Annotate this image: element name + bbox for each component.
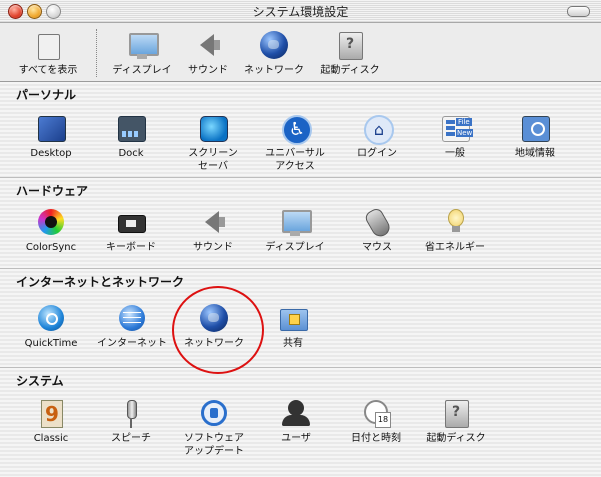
user-silhouette-icon	[282, 400, 310, 426]
pref-label: 起動ディスク	[426, 433, 486, 444]
keyboard-icon	[118, 215, 146, 233]
pref-label: スピーチ	[111, 433, 151, 444]
microphone-icon	[127, 400, 137, 428]
classic-icon: 9	[41, 400, 63, 428]
toolbar-sound[interactable]: サウンド	[181, 29, 235, 77]
calendar-icon: 18	[375, 412, 391, 428]
pref-international[interactable]: 地域情報	[504, 112, 566, 160]
login-house-icon: ⌂	[364, 115, 394, 145]
section-title: システム	[16, 374, 64, 388]
pref-sharing[interactable]: 共有	[262, 302, 324, 350]
pref-label: サウンド	[193, 242, 233, 253]
desktop-icon	[38, 116, 66, 142]
toolbar: すべてを表示 ディスプレイ サウンド ネットワーク 起動ディスク	[0, 23, 601, 82]
pref-classic[interactable]: 9 Classic	[20, 397, 82, 445]
pref-label: 共有	[283, 338, 303, 349]
pref-startup-disk[interactable]: 起動ディスク	[420, 397, 492, 445]
pref-general[interactable]: File New 一般	[424, 112, 486, 160]
pref-software-update[interactable]: ソフトウェア アップデート	[176, 397, 252, 458]
sharing-folder-icon	[280, 309, 308, 331]
pref-label: Classic	[33, 433, 69, 444]
toolbar-item-label: ディスプレイ	[112, 65, 172, 76]
pref-label: アクセス	[275, 161, 315, 172]
title-bar[interactable]: システム環境設定	[0, 0, 601, 23]
pref-label: セーバ	[198, 161, 228, 172]
un-flag-icon	[522, 116, 550, 142]
section-personal: パーソナル Desktop Dock スクリーン セーバ ♿ ユニバーサル アク…	[0, 82, 601, 178]
apple-icon	[38, 34, 60, 60]
pref-label: ユニバーサル	[265, 148, 325, 159]
toolbar-show-all[interactable]: すべてを表示	[10, 29, 86, 77]
monitor-icon	[129, 33, 159, 56]
pref-label: マウス	[362, 242, 392, 253]
pref-label: Dock	[118, 148, 144, 159]
pref-label: 一般	[445, 148, 465, 159]
software-update-icon	[201, 400, 227, 426]
toolbar-startup-disk[interactable]: 起動ディスク	[314, 29, 386, 77]
pref-label: Desktop	[30, 148, 72, 159]
internet-globe-icon	[119, 305, 145, 331]
pref-label: QuickTime	[24, 338, 78, 349]
toolbar-network[interactable]: ネットワーク	[238, 29, 310, 77]
pref-sound[interactable]: サウンド	[180, 206, 246, 254]
system-preferences-window: システム環境設定 すべてを表示 ディスプレイ サウンド ネットワーク 起動ディス…	[0, 0, 601, 477]
pref-label: 省エネルギー	[425, 242, 485, 253]
startup-disk-icon	[445, 400, 469, 428]
pref-date-time[interactable]: 18 日付と時刻	[340, 397, 412, 445]
window-title: システム環境設定	[252, 5, 349, 19]
pref-universal-access[interactable]: ♿ ユニバーサル アクセス	[257, 112, 333, 173]
general-icon: File New	[442, 116, 474, 142]
pref-speech[interactable]: スピーチ	[100, 397, 162, 445]
pref-login[interactable]: ⌂ ログイン	[346, 112, 408, 160]
pref-label: スクリーン	[188, 148, 238, 159]
pref-label: ログイン	[357, 148, 397, 159]
toolbar-toggle-button[interactable]	[567, 6, 590, 17]
universal-access-icon: ♿	[282, 115, 312, 145]
monitor-icon	[282, 210, 312, 233]
pref-label: 地域情報	[515, 148, 555, 159]
speaker-icon	[205, 211, 225, 233]
toolbar-item-label: 起動ディスク	[320, 65, 380, 76]
pref-displays[interactable]: ディスプレイ	[257, 206, 333, 254]
pref-label: インターネット	[97, 338, 167, 349]
section-hardware: ハードウェア ColorSync キーボード サウンド ディスプレイ マウス 省…	[0, 178, 601, 269]
globe-icon	[260, 31, 288, 59]
pref-label: ユーザ	[281, 433, 311, 444]
speaker-icon	[200, 34, 220, 56]
section-title: ハードウェア	[16, 184, 89, 198]
pref-internet[interactable]: インターネット	[93, 302, 171, 350]
dock-icon	[118, 116, 146, 142]
pref-label: アップデート	[184, 446, 244, 457]
toolbar-item-label: サウンド	[188, 65, 228, 76]
pref-energy-saver[interactable]: 省エネルギー	[418, 206, 492, 254]
pref-desktop[interactable]: Desktop	[20, 112, 82, 160]
toolbar-item-label: すべてを表示	[18, 65, 78, 76]
pref-label: ディスプレイ	[265, 242, 325, 253]
pref-label: ColorSync	[25, 242, 77, 253]
toolbar-separator	[96, 29, 97, 77]
pref-screensaver[interactable]: スクリーン セーバ	[180, 112, 246, 173]
toolbar-displays[interactable]: ディスプレイ	[106, 29, 178, 77]
pref-keyboard[interactable]: キーボード	[100, 206, 162, 254]
toolbar-item-label: ネットワーク	[244, 65, 304, 76]
colorsync-icon	[38, 209, 64, 235]
pref-quicktime[interactable]: QuickTime	[20, 302, 82, 350]
pref-label: キーボード	[106, 242, 156, 253]
pref-colorsync[interactable]: ColorSync	[20, 206, 82, 254]
section-internet-network: インターネットとネットワーク QuickTime インターネット ネットワーク …	[0, 269, 601, 368]
lightbulb-icon	[448, 209, 464, 232]
section-title: インターネットとネットワーク	[16, 275, 185, 289]
pref-dock[interactable]: Dock	[100, 112, 162, 160]
section-system: システム 9 Classic スピーチ ソフトウェア アップデート ユーザ 18…	[0, 368, 601, 477]
screensaver-icon	[200, 116, 228, 142]
pref-mouse[interactable]: マウス	[346, 206, 408, 254]
network-highlight-circle	[172, 286, 264, 374]
startup-disk-icon	[339, 32, 363, 60]
pref-label: 日付と時刻	[351, 433, 401, 444]
quicktime-icon	[38, 305, 64, 331]
mouse-icon	[363, 206, 393, 240]
pref-accounts[interactable]: ユーザ	[265, 397, 327, 445]
pref-label: ソフトウェア	[184, 433, 244, 444]
section-title: パーソナル	[16, 88, 77, 102]
